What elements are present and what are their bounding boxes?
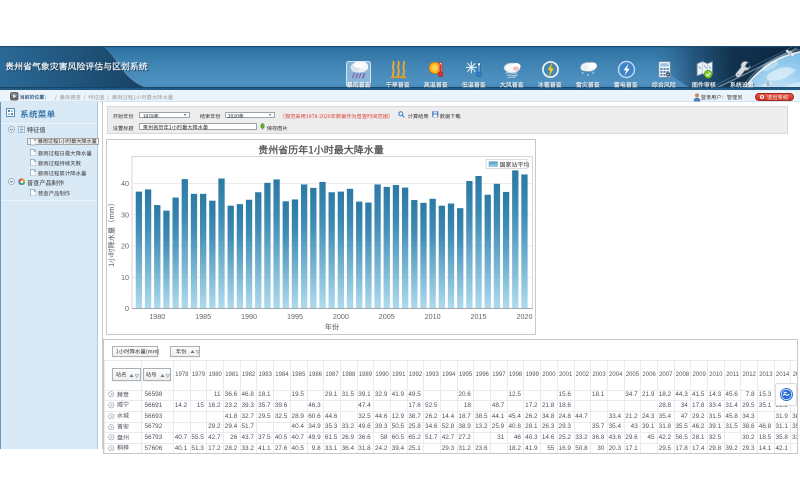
svg-text:1980: 1980 bbox=[149, 312, 165, 321]
svg-text:2010: 2010 bbox=[425, 312, 441, 321]
svg-text:1990: 1990 bbox=[241, 312, 257, 321]
svg-text:*: * bbox=[592, 71, 594, 77]
svg-text:2020: 2020 bbox=[516, 312, 532, 321]
svg-text:1995: 1995 bbox=[287, 312, 303, 321]
svg-text:2005: 2005 bbox=[379, 312, 395, 321]
svg-text:*: * bbox=[581, 71, 583, 77]
svg-text:10: 10 bbox=[121, 272, 129, 281]
svg-text:40: 40 bbox=[121, 179, 129, 188]
svg-text:2000: 2000 bbox=[333, 312, 349, 321]
svg-text:2015: 2015 bbox=[471, 312, 487, 321]
svg-text:1985: 1985 bbox=[195, 312, 211, 321]
svg-text:30: 30 bbox=[121, 210, 129, 219]
svg-text:0: 0 bbox=[125, 304, 129, 313]
svg-text:*: * bbox=[586, 73, 588, 79]
svg-text:20: 20 bbox=[121, 241, 129, 250]
